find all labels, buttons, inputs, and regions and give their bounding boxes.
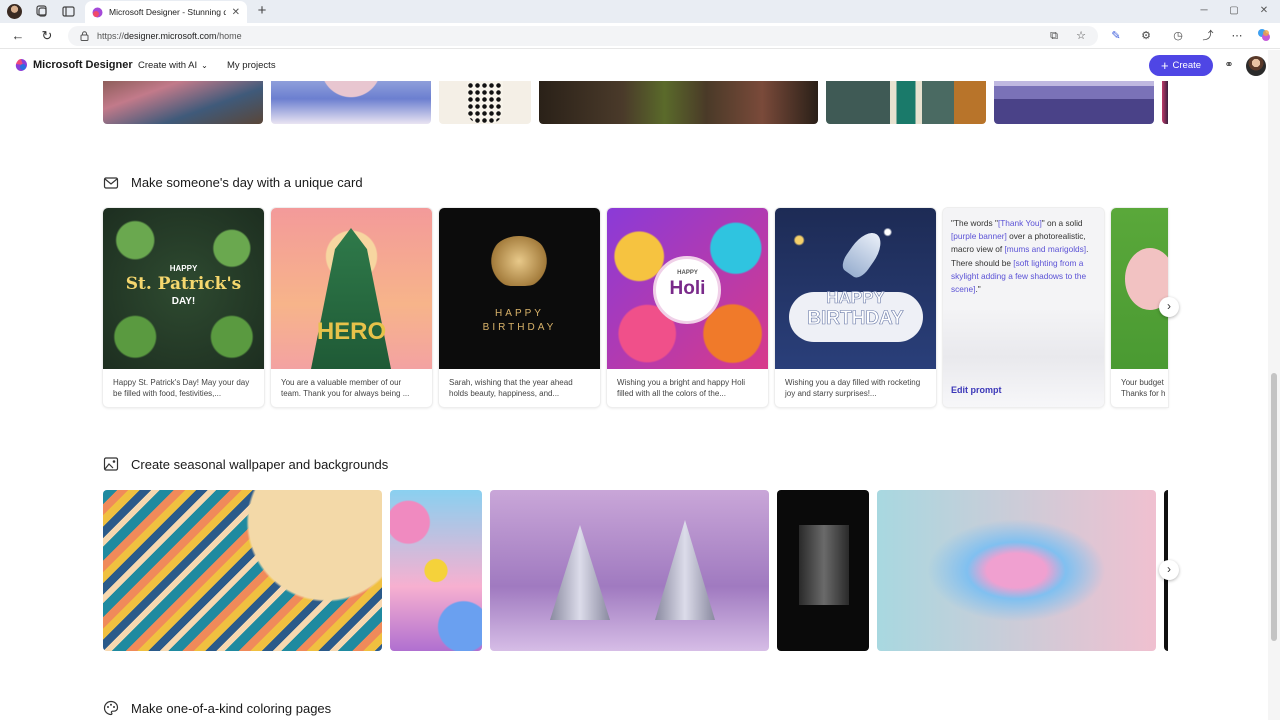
wallpaper-image-3[interactable] [490,490,769,651]
top-image-4[interactable] [539,81,818,124]
card-caption: Wishing you a bright and happy Holi fill… [617,378,746,398]
tab-title: Microsoft Designer - Stunning de [109,7,226,17]
create-button-label: Create [1172,60,1202,71]
minimize-icon[interactable]: ─ [1196,4,1212,18]
my-projects-link[interactable]: My projects [227,60,276,71]
card-hero[interactable]: HERO You are a valuable member of our te… [271,208,432,407]
card-caption: Sarah, wishing that the year ahead holds… [449,378,573,398]
card-image: HAPPY BIRTHDAY [775,208,936,369]
favorite-star-icon[interactable]: ☆ [1073,28,1089,44]
app-available-icon[interactable]: ⧉ [1046,28,1062,44]
create-with-ai-label: Create with AI [138,60,198,71]
extensions-icon[interactable]: ⚙ [1138,28,1154,44]
cards-section-title: Make someone's day with a unique card [131,175,363,190]
lock-icon[interactable] [80,31,89,41]
designer-favicon-icon [92,7,103,17]
card-image: HAPPY St. Patrick's DAY! [103,208,264,369]
address-bar-row: ← ↻ https://designer.microsoft.com/home … [0,23,1280,49]
create-with-ai-menu[interactable]: Create with AI ⌄ [138,60,208,71]
top-image-2[interactable] [271,81,431,124]
card-art-text: HERO [316,318,387,345]
share-network-icon[interactable]: ⚭ [1222,58,1236,72]
card-caption: Your budget Thanks for h [1121,378,1166,398]
close-window-icon[interactable]: ✕ [1256,4,1272,18]
card-art-text: HAPPY [169,264,198,273]
browser-tab-bar: Microsoft Designer - Stunning de ✕ + ─ ▢… [0,0,1280,23]
card-art-text: BIRTHDAY [807,308,904,330]
wallpaper-image-5[interactable] [877,490,1156,651]
card-image: HERO [271,208,432,369]
card-holi[interactable]: HAPPY Holi Wishing you a bright and happ… [607,208,768,407]
card-image: HAPPY BIRTHDAY [439,208,600,369]
designer-extension-icon[interactable]: ✎ [1108,28,1124,44]
card-image [1111,208,1168,369]
card-art-text: DAY! [171,296,196,307]
designer-header: Microsoft Designer Create with AI ⌄ My p… [0,50,1268,81]
card-art-text: HAPPY [495,308,544,319]
workspaces-icon[interactable] [34,4,49,19]
card-rocket-birthday[interactable]: HAPPY BIRTHDAY Wishing you a day filled … [775,208,936,407]
card-art-text: Holi [669,278,706,299]
card-st-patricks[interactable]: HAPPY St. Patrick's DAY! Happy St. Patri… [103,208,264,407]
my-projects-label: My projects [227,60,276,71]
plus-icon: + [1160,57,1169,73]
wallpaper-image-2[interactable] [390,490,482,651]
card-caption: Wishing you a day filled with rocketing … [785,378,921,398]
url-text: https://designer.microsoft.com/home [97,31,242,41]
card-art-text: HAPPY [826,288,885,308]
copilot-icon[interactable] [1256,28,1272,44]
create-button[interactable]: + Create [1149,55,1213,76]
back-icon[interactable]: ← [10,28,26,44]
active-tab[interactable]: Microsoft Designer - Stunning de ✕ [85,1,247,23]
user-avatar[interactable] [1246,56,1266,76]
main-content: Make someone's day with a unique card HA… [0,81,1268,720]
top-image-6[interactable] [994,81,1154,124]
more-menu-icon[interactable]: ⋯ [1229,28,1245,44]
maximize-icon[interactable]: ▢ [1226,4,1242,18]
image-icon [103,457,119,471]
card-caption: You are a valuable member of our team. T… [281,378,410,398]
chevron-right-icon[interactable]: › [1159,297,1179,317]
prompt-text: "The words "[Thank You]" on a solid [pur… [951,218,1089,295]
card-art-text: BIRTHDAY [482,322,557,333]
close-tab-icon[interactable]: ✕ [232,7,240,18]
palette-icon [103,700,119,716]
card-prompt-preview[interactable]: "The words "[Thank You]" on a solid [pur… [943,208,1104,407]
profile-avatar-icon[interactable] [7,4,22,19]
top-image-1[interactable] [103,81,263,124]
chevron-right-icon[interactable]: › [1159,560,1179,580]
card-art-text: HAPPY [677,270,698,276]
top-image-3[interactable] [439,81,531,124]
edit-prompt-link[interactable]: Edit prompt [951,385,1002,395]
chevron-down-icon: ⌄ [201,61,208,70]
mail-icon [103,177,119,189]
wallpaper-image-4[interactable] [777,490,869,651]
url-field[interactable]: https://designer.microsoft.com/home [68,26,1098,46]
top-image-5[interactable] [826,81,986,124]
wallpaper-image-1[interactable] [103,490,382,651]
history-icon[interactable]: ◷ [1170,28,1186,44]
new-tab-icon[interactable]: + [254,2,270,20]
page-scrollbar[interactable] [1268,50,1280,720]
card-image: HAPPY Holi [607,208,768,369]
vertical-tabs-icon[interactable] [61,4,76,19]
top-image-7[interactable] [1162,81,1168,124]
designer-logo-icon[interactable] [14,58,28,72]
card-caption: Happy St. Patrick's Day! May your day be… [113,378,250,398]
refresh-icon[interactable]: ↻ [39,28,55,44]
card-happy-birthday-gold[interactable]: HAPPY BIRTHDAY Sarah, wishing that the y… [439,208,600,407]
scrollbar-thumb[interactable] [1271,373,1277,641]
coloring-section-title: Make one-of-a-kind coloring pages [131,701,332,716]
card-art-text: St. Patrick's [125,274,242,294]
wallpaper-section-title: Create seasonal wallpaper and background… [131,457,389,472]
brand-name[interactable]: Microsoft Designer [33,59,133,71]
share-icon[interactable]: ⤴ [1200,28,1216,44]
